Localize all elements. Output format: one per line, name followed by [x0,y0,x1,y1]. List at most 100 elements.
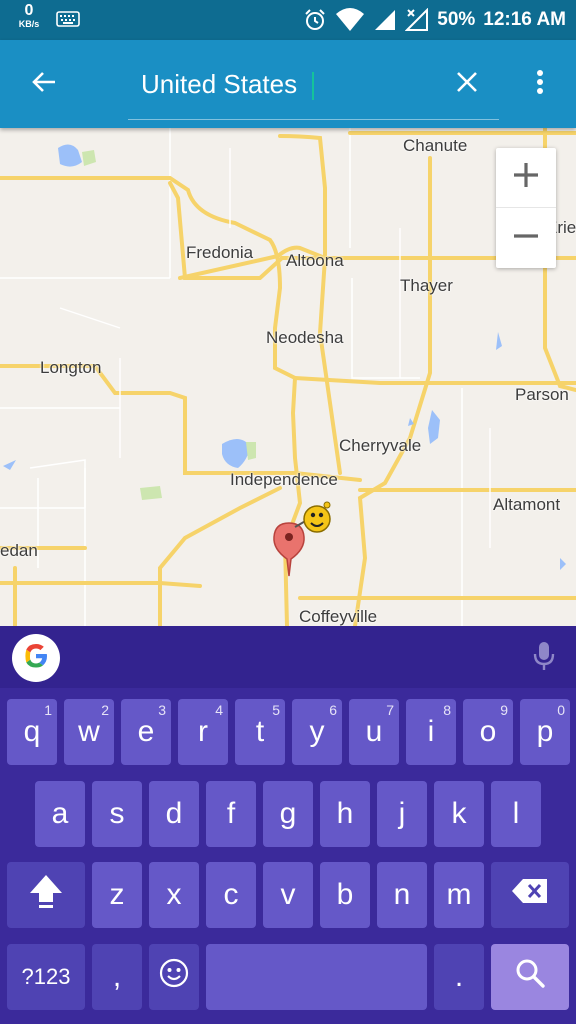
zoom-controls [496,148,556,268]
zoom-in-button[interactable] [496,148,556,208]
key-o[interactable]: 9o [463,699,513,765]
emoji-sticker-icon [293,499,337,544]
key-n[interactable]: n [377,862,427,928]
back-button[interactable] [20,62,68,106]
wifi-icon [335,8,365,32]
key-y[interactable]: 6y [292,699,342,765]
clock: 12:16 AM [483,9,566,30]
emoji-key[interactable] [149,944,199,1010]
backspace-icon [511,877,549,913]
key-hint: 1 [44,702,52,718]
microphone-icon [532,640,556,677]
voice-input-button[interactable] [522,636,566,680]
smiley-face-icon [158,957,190,997]
keyboard-suggestion-bar [0,626,576,688]
google-search-button[interactable] [12,634,60,682]
key-m[interactable]: m [434,862,484,928]
key-e[interactable]: 3e [121,699,171,765]
key-label: t [255,715,265,748]
key-g[interactable]: g [263,781,313,847]
map-label-sedan: edan [0,541,38,560]
shift-key[interactable] [7,862,85,928]
key-hint: 6 [329,702,337,718]
key-p[interactable]: 0p [520,699,570,765]
key-d[interactable]: d [149,781,199,847]
search-icon [514,957,546,997]
search-field [128,58,499,120]
key-q[interactable]: 1q [7,699,57,765]
map-label-fredonia: Fredonia [186,243,254,262]
clear-search-button[interactable] [445,62,489,106]
map-label-neodesha: Neodesha [266,328,344,347]
status-bar: 0 KB/s 50% 12:16 AM [0,0,576,40]
period-key[interactable]: . [434,944,484,1010]
key-j[interactable]: j [377,781,427,847]
key-t[interactable]: 5t [235,699,285,765]
map-label-altoona: Altoona [286,251,344,270]
key-label: q [23,715,41,748]
key-b[interactable]: b [320,862,370,928]
keyboard-icon [56,11,80,32]
map-label-parsons: Parson [515,385,569,404]
map-view[interactable]: Chanute Erie Fredonia Altoona Thayer Neo… [0,128,576,626]
key-label: e [137,715,155,748]
map-label-coffeyville: Coffeyville [299,607,378,626]
key-label: i [427,715,435,748]
shift-icon [26,871,66,919]
key-label: u [365,715,383,748]
key-label: o [479,715,497,748]
battery-percent: 50% [437,9,476,30]
google-logo-icon [21,641,51,676]
key-c[interactable]: c [206,862,256,928]
alarm-icon [303,8,327,32]
text-caret [312,72,314,100]
map-label-independence: Independence [230,470,338,489]
network-speed: 0 KB/s [14,3,44,29]
network-speed-value: 0 [24,2,34,19]
map-label-thayer: Thayer [400,276,453,295]
key-z[interactable]: z [92,862,142,928]
search-input[interactable] [141,66,441,102]
key-hint: 5 [272,702,280,718]
key-label: y [309,715,325,748]
key-label: p [536,715,554,748]
back-arrow-icon [31,70,57,99]
key-l[interactable]: l [491,781,541,847]
map-label-cherryvale: Cherryvale [339,436,422,455]
symbols-key[interactable]: ?123 [7,944,85,1010]
zoom-out-button[interactable] [496,208,556,268]
key-hint: 3 [158,702,166,718]
key-u[interactable]: 7u [349,699,399,765]
signal-no-data-icon [405,8,429,32]
key-hint: 7 [386,702,394,718]
search-action-key[interactable] [491,944,569,1010]
key-hint: 9 [500,702,508,718]
key-label: r [198,715,208,748]
minus-icon [511,221,541,256]
key-i[interactable]: 8i [406,699,456,765]
plus-icon [511,160,541,195]
key-k[interactable]: k [434,781,484,847]
comma-key[interactable]: , [92,944,142,1010]
key-label: w [78,715,100,748]
screen: 0 KB/s 50% 12:16 AM United States Chanut… [0,0,576,1024]
key-f[interactable]: f [206,781,256,847]
key-s[interactable]: s [92,781,142,847]
space-key[interactable] [206,944,427,1010]
backspace-key[interactable] [491,862,569,928]
key-hint: 0 [557,702,565,718]
key-w[interactable]: 2w [64,699,114,765]
network-speed-unit: KB/s [18,19,40,29]
key-v[interactable]: v [263,862,313,928]
soft-keyboard: 1q 2w 3e 4r 5t 6y 7u 8i 9o 0p a s d f g … [0,626,576,1024]
map-label-chanute: Chanute [403,136,468,155]
key-h[interactable]: h [320,781,370,847]
signal-icon [373,8,397,32]
more-vert-icon [536,69,544,100]
key-r[interactable]: 4r [178,699,228,765]
more-options-button[interactable] [520,62,560,106]
key-hint: 4 [215,702,223,718]
key-x[interactable]: x [149,862,199,928]
key-a[interactable]: a [35,781,85,847]
search-toolbar [0,40,576,128]
